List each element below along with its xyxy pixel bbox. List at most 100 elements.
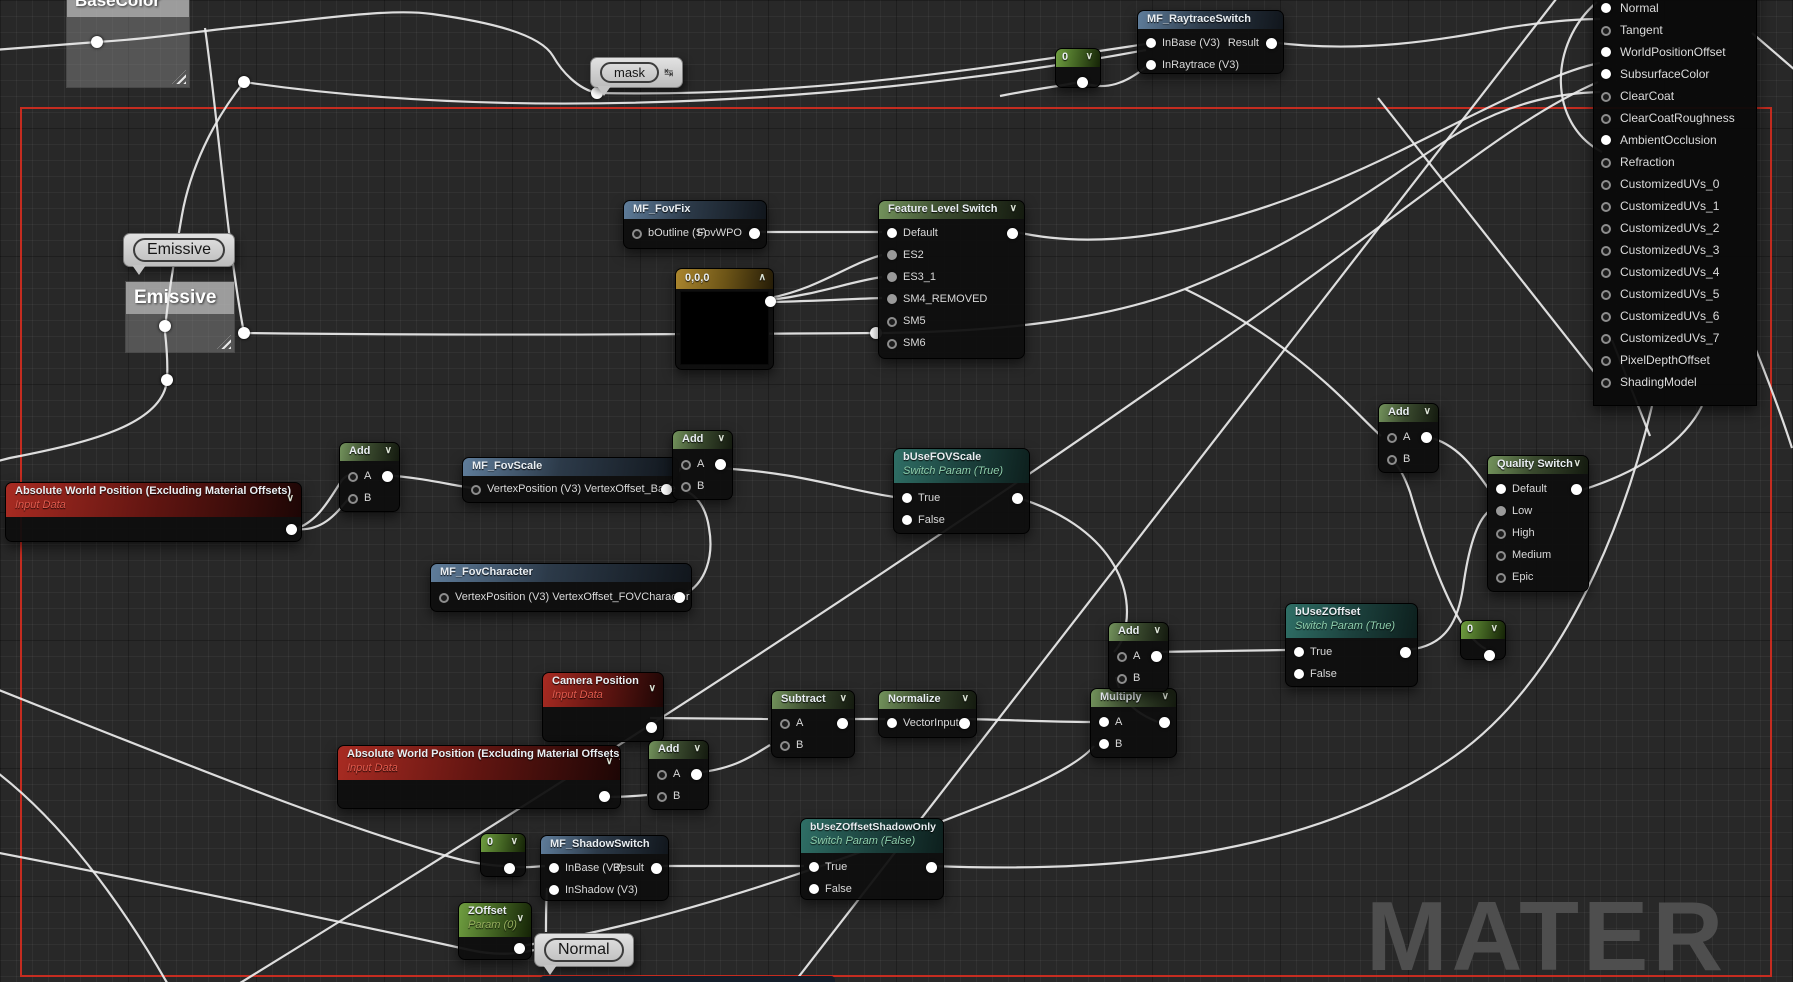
node-zoffset-param[interactable]: ZOffset Param (0) ∨	[458, 902, 532, 960]
output-property-pin[interactable]	[1601, 135, 1611, 145]
reroute-dot[interactable]	[159, 320, 171, 332]
output-property-pin[interactable]	[1601, 224, 1611, 234]
reroute-dot[interactable]	[238, 76, 250, 88]
input-pin[interactable]	[1099, 717, 1109, 727]
node-mf-shadow-switch[interactable]: MF_ShadowSwitch InBase (V3) Result InSha…	[540, 835, 669, 901]
chevron-down-icon[interactable]: ∨	[1086, 50, 1093, 63]
input-pin[interactable]	[809, 884, 819, 894]
output-pin[interactable]	[1159, 717, 1170, 728]
node-mf-raytrace-switch[interactable]: MF_RaytraceSwitch InBase (V3) Result InR…	[1137, 10, 1284, 74]
chevron-down-icon[interactable]: ∨	[606, 755, 613, 768]
input-pin[interactable]	[1146, 60, 1156, 70]
node-quality-switch[interactable]: Quality Switch ∨ Default Low High Medium…	[1487, 455, 1589, 592]
input-pin[interactable]	[439, 593, 449, 603]
input-pin[interactable]	[902, 515, 912, 525]
material-graph-canvas[interactable]: MATER BaseColor Emissive MF_RaytraceSwit…	[0, 0, 1793, 982]
chevron-up-icon[interactable]: ∧	[759, 270, 766, 285]
output-pin[interactable]	[1077, 77, 1088, 88]
input-pin[interactable]	[887, 718, 897, 728]
input-pin[interactable]	[780, 741, 790, 751]
chevron-down-icon[interactable]: ∨	[287, 492, 294, 505]
output-pin[interactable]	[1571, 484, 1582, 495]
output-property-pin[interactable]	[1601, 334, 1611, 344]
node-mf-fovcharacter[interactable]: MF_FovCharacter VertexPosition (V3) Vert…	[430, 563, 692, 612]
chevron-down-icon[interactable]: ∨	[1491, 622, 1498, 635]
chevron-down-icon[interactable]: ∨	[840, 692, 847, 705]
input-pin[interactable]	[1294, 647, 1304, 657]
output-pin[interactable]	[1012, 493, 1023, 504]
resize-handle-icon[interactable]	[172, 70, 186, 84]
reroute-dot[interactable]	[161, 374, 173, 386]
node-add[interactable]: Add ∨ A B	[1108, 622, 1169, 692]
output-property-pin[interactable]	[1601, 92, 1611, 102]
output-pin[interactable]	[1007, 228, 1018, 239]
output-pin[interactable]	[286, 524, 297, 535]
output-property-pin[interactable]	[1601, 180, 1611, 190]
input-pin[interactable]	[887, 294, 897, 304]
output-pin[interactable]	[1421, 432, 1432, 443]
input-pin[interactable]	[887, 339, 897, 349]
input-pin[interactable]	[1496, 551, 1506, 561]
node-subtract[interactable]: Subtract ∨ A B	[771, 690, 855, 758]
output-property-pin[interactable]	[1601, 202, 1611, 212]
comment-box-emissive[interactable]: Emissive	[125, 281, 235, 353]
chevron-down-icon[interactable]: ∨	[385, 444, 392, 457]
comment-box-basecolor[interactable]: BaseColor	[66, 0, 190, 88]
input-pin[interactable]	[1099, 739, 1109, 749]
output-property-pin[interactable]	[1601, 3, 1611, 13]
resize-handle-icon[interactable]	[217, 335, 231, 349]
output-pin[interactable]	[765, 296, 776, 307]
chevron-down-icon[interactable]: ∨	[511, 835, 518, 848]
output-pin[interactable]	[661, 484, 672, 495]
input-pin[interactable]	[1117, 674, 1127, 684]
output-pin[interactable]	[691, 769, 702, 780]
named-reroute-emissive[interactable]: Emissive	[123, 233, 236, 275]
input-pin[interactable]	[657, 792, 667, 802]
node-mf-fovfix[interactable]: MF_FovFix bOutline (S) FovWPO	[623, 200, 767, 249]
material-output-node[interactable]: Normal Tangent WorldPositionOffset Subsu…	[1593, 0, 1757, 406]
input-pin[interactable]	[1496, 506, 1506, 516]
node-absolute-world-position[interactable]: Absolute World Position (Excluding Mater…	[5, 482, 302, 542]
input-pin[interactable]	[348, 494, 358, 504]
output-pin[interactable]	[837, 718, 848, 729]
named-reroute-mask[interactable]: mask ↹	[590, 57, 684, 96]
input-pin[interactable]	[471, 485, 481, 495]
node-sliver[interactable]	[540, 976, 835, 982]
input-pin[interactable]	[348, 472, 358, 482]
output-property-pin[interactable]	[1601, 26, 1611, 36]
input-pin[interactable]	[549, 885, 559, 895]
output-property-pin[interactable]	[1601, 290, 1611, 300]
input-pin[interactable]	[1496, 484, 1506, 494]
output-pin[interactable]	[959, 718, 970, 729]
reroute-dot[interactable]	[238, 327, 250, 339]
input-pin[interactable]	[681, 482, 691, 492]
input-pin[interactable]	[887, 272, 897, 282]
node-absolute-world-position[interactable]: Absolute World Position (Excluding Mater…	[337, 745, 621, 809]
output-property-pin[interactable]	[1601, 47, 1611, 57]
node-add[interactable]: Add ∨ A B	[339, 442, 400, 512]
chevron-down-icon[interactable]: ∨	[1424, 405, 1431, 418]
output-pin[interactable]	[1400, 647, 1411, 658]
input-pin[interactable]	[887, 228, 897, 238]
reroute-dot[interactable]	[91, 36, 103, 48]
output-pin[interactable]	[514, 943, 525, 954]
output-pin[interactable]	[1151, 651, 1162, 662]
chevron-down-icon[interactable]: ∨	[718, 432, 725, 445]
node-normalize[interactable]: Normalize ∨ VectorInput	[878, 690, 977, 738]
output-pin[interactable]	[674, 592, 685, 603]
node-constant-0[interactable]: 0 ∨	[1460, 620, 1506, 661]
chevron-down-icon[interactable]: ∨	[649, 682, 656, 695]
node-add[interactable]: Add ∨ A B	[1378, 403, 1439, 473]
output-property-pin[interactable]	[1601, 246, 1611, 256]
chevron-down-icon[interactable]: ∨	[1154, 624, 1161, 637]
input-pin[interactable]	[780, 719, 790, 729]
output-pin[interactable]	[1266, 38, 1277, 49]
input-pin[interactable]	[632, 229, 642, 239]
input-pin[interactable]	[809, 862, 819, 872]
node-multiply[interactable]: Multiply ∨ A B	[1090, 688, 1177, 758]
output-property-pin[interactable]	[1601, 114, 1611, 124]
output-pin[interactable]	[1484, 650, 1495, 661]
chevron-down-icon[interactable]: ∨	[694, 742, 701, 755]
input-pin[interactable]	[887, 250, 897, 260]
output-pin[interactable]	[599, 791, 610, 802]
